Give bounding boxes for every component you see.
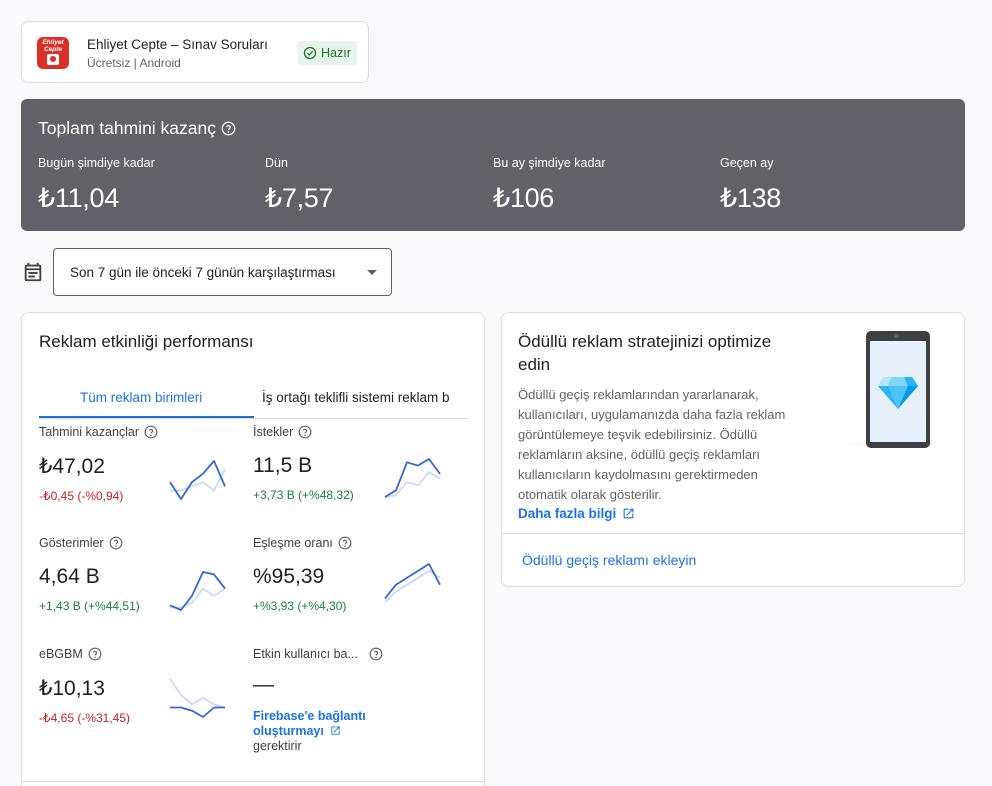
metric-label: Etkin kullanıcı ba... <box>253 647 403 661</box>
earnings-title: Toplam tahmini kazanç <box>38 118 236 139</box>
metric-value: — <box>253 673 274 696</box>
sparkline-previous <box>169 678 226 709</box>
learn-more-link[interactable]: Daha fazla bilgi <box>518 506 635 521</box>
app-meta: Ücretsiz | Android <box>87 56 181 70</box>
check-circle-icon <box>303 46 317 60</box>
earnings-title-text: Toplam tahmini kazanç <box>38 118 216 138</box>
firebase-link-text: Firebase'e bağlantı oluşturmayı <box>253 709 366 738</box>
firebase-note: gerektirir <box>253 739 302 753</box>
metric-label-text: Eşleşme oranı <box>253 536 333 550</box>
performance-card: Reklam etkinliği performansı Tüm reklam … <box>21 312 485 786</box>
app-icon-sign <box>47 54 59 65</box>
sparkline-current <box>170 706 225 718</box>
metric-label: Eşleşme oranı <box>253 536 453 550</box>
learn-more-text: Daha fazla bilgi <box>518 506 617 521</box>
sparkline-current <box>169 571 226 611</box>
status-label: Hazır <box>321 46 351 60</box>
status-badge: Hazır <box>298 41 357 65</box>
app-icon-text: Ehliyet Cepte <box>42 39 64 53</box>
rewarded-strategy-card: Ödüllü reklam stratejinizi optimize edin… <box>501 312 965 587</box>
sparkline-previous <box>384 569 441 603</box>
card-divider <box>22 781 484 782</box>
help-icon[interactable] <box>88 647 102 661</box>
metric-label-text: İstekler <box>253 425 294 439</box>
earnings-value: ₺11,04 <box>38 183 119 213</box>
metric-label: İstekler <box>253 425 453 439</box>
metric-active-users[interactable]: Etkin kullanıcı ba... — Firebase'e bağla… <box>253 647 403 754</box>
card-divider <box>502 533 964 534</box>
earnings-last-month: Geçen ay ₺138 <box>720 156 781 214</box>
date-range-label: Son 7 gün ile önceki 7 günün karşılaştır… <box>70 264 336 280</box>
earnings-summary: Toplam tahmini kazanç Bugün şimdiye kada… <box>21 99 965 231</box>
phone-screen <box>870 341 926 442</box>
date-range-dropdown[interactable]: Son 7 gün ile önceki 7 günün karşılaştır… <box>53 248 392 296</box>
metric-label: Tahmini kazançlar <box>39 425 239 439</box>
earnings-this-month: Bu ay şimdiye kadar ₺106 <box>493 156 606 214</box>
metric-label-text: Tahmini kazançlar <box>39 425 140 439</box>
open-in-new-icon <box>623 508 634 519</box>
sparkline-previous <box>170 468 226 492</box>
sparkline-estimated-earnings <box>169 460 226 500</box>
dropdown-caret-icon <box>367 270 377 275</box>
app-icon: Ehliyet Cepte <box>37 37 69 69</box>
app-card[interactable]: Ehliyet Cepte Ehliyet Cepte – Sınav Soru… <box>21 21 369 83</box>
earnings-label: Bu ay şimdiye kadar <box>493 156 606 170</box>
diamond-icon <box>878 377 918 409</box>
earnings-value: ₺106 <box>493 183 555 213</box>
metric-label-text: eBGBM <box>39 647 83 661</box>
help-icon[interactable] <box>144 425 158 439</box>
active-tab-indicator <box>39 416 254 418</box>
calendar-icon <box>24 262 42 282</box>
earnings-label: Bugün şimdiye kadar <box>38 156 155 170</box>
help-icon[interactable] <box>298 425 312 439</box>
metric-label-text: Etkin kullanıcı ba... <box>253 647 358 661</box>
metric-label-text: Gösterimler <box>39 536 104 550</box>
sparkline-previous <box>384 471 441 498</box>
help-icon[interactable] <box>221 121 236 136</box>
performance-title: Reklam etkinliği performansı <box>39 332 254 351</box>
sparkline-current <box>169 460 226 500</box>
help-icon[interactable] <box>369 647 383 661</box>
sparkline-requests <box>384 458 441 498</box>
phone-illustration <box>866 331 930 448</box>
rewarded-body: Ödüllü geçiş reklamlarından yararlanarak… <box>518 387 786 502</box>
app-name[interactable]: Ehliyet Cepte – Sınav Soruları <box>87 37 268 52</box>
sparkline-current <box>384 458 441 498</box>
metric-label: Gösterimler <box>39 536 239 550</box>
tab-all-ad-units[interactable]: Tüm reklam birimleri <box>80 375 202 418</box>
open-in-new-icon <box>331 726 340 735</box>
earnings-label: Geçen ay <box>720 156 774 170</box>
phone-camera <box>894 334 899 338</box>
rewarded-title: Ödüllü reklam stratejinizi optimize edin <box>518 332 772 374</box>
earnings-value: ₺7,57 <box>265 183 334 213</box>
help-icon[interactable] <box>338 536 352 550</box>
add-rewarded-interstitial-button[interactable]: Ödüllü geçiş reklamı ekleyin <box>522 552 696 568</box>
earnings-label: Dün <box>265 156 288 170</box>
earnings-value: ₺138 <box>720 183 782 213</box>
ad-unit-tabs: Tüm reklam birimleri İş ortağı teklifli … <box>39 375 469 419</box>
sparkline-ecpm <box>169 678 226 718</box>
tab-bidding-ad-units[interactable]: İş ortağı teklifli sistemi reklam b <box>262 375 450 418</box>
help-icon[interactable] <box>109 536 123 550</box>
earnings-today: Bugün şimdiye kadar ₺11,04 <box>38 156 155 214</box>
sparkline-previous <box>170 587 226 609</box>
firebase-link[interactable]: Firebase'e bağlantı oluşturmayı <box>253 709 403 739</box>
metric-label: eBGBM <box>39 647 239 661</box>
sparkline-impressions <box>169 571 226 611</box>
earnings-yesterday: Dün ₺7,57 <box>265 156 334 214</box>
sparkline-match-rate <box>384 563 441 603</box>
